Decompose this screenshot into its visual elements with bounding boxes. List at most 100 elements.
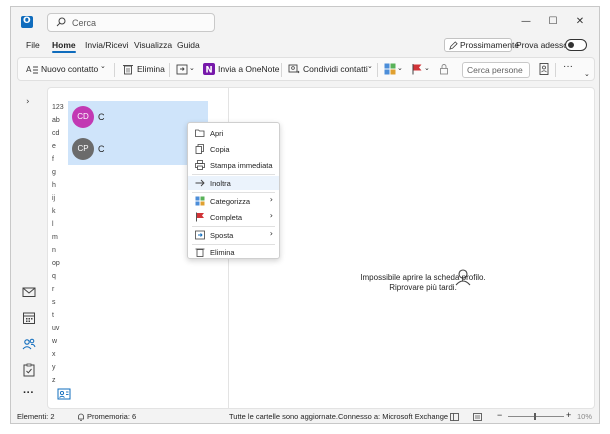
alphabet-letter[interactable]: op [52, 260, 66, 273]
alphabet-letter[interactable]: l [52, 221, 66, 234]
menu-item-label: Categorizza [210, 197, 251, 206]
ribbon-separator [114, 63, 115, 77]
alphabet-letter[interactable]: x [52, 351, 66, 364]
search-people-input[interactable]: Cerca persone [462, 62, 530, 78]
ribbon-separator [169, 63, 170, 77]
reading-view-icon[interactable] [473, 413, 482, 421]
menu-item-label: Stampa immediata [210, 161, 273, 170]
title-bar: Cerca — ☐ ✕ [11, 7, 599, 37]
coming-soon-label: Prossimamente [460, 40, 520, 50]
alphabet-letter[interactable]: r [52, 286, 66, 299]
share-contacts-dropdown-icon[interactable]: ⌄ [367, 62, 373, 76]
new-contact-icon: A [26, 65, 38, 74]
connection-status: Connesso a: Microsoft Exchange [338, 412, 449, 421]
share-contacts-label: Condividi contatti [303, 64, 368, 74]
sync-status: Tutte le cartelle sono aggiornate. [229, 412, 338, 421]
contact-item[interactable]: CD C [72, 106, 202, 130]
close-button[interactable]: ✕ [573, 15, 587, 29]
menu-separator [192, 192, 275, 193]
menu-item-label: Completa [210, 213, 243, 222]
maximize-button[interactable]: ☐ [546, 15, 560, 29]
minimize-button[interactable]: — [519, 15, 533, 29]
zoom-out-button[interactable]: − [497, 410, 502, 420]
alphabet-letter[interactable]: ij [52, 195, 66, 208]
ribbon-toolbar: A Nuovo contatto ⌄ Elimina ⌄ N Invia a O… [17, 57, 595, 81]
zoom-slider-handle[interactable] [534, 413, 536, 420]
alphabet-letter[interactable]: g [52, 169, 66, 182]
avatar: CD [72, 106, 94, 128]
menu-item-forward[interactable]: Inoltra [188, 176, 279, 190]
alphabet-letter[interactable]: m [52, 234, 66, 247]
address-book-icon [539, 63, 549, 75]
menu-item-copy[interactable]: Copia [188, 142, 279, 156]
try-now-toggle[interactable] [565, 39, 587, 51]
alphabet-letter[interactable]: w [52, 338, 66, 351]
alphabet-letter[interactable]: y [52, 364, 66, 377]
context-menu: Apri Copia Stampa immediata Inoltra Cate… [187, 122, 280, 259]
more-apps-icon[interactable]: ··· [23, 387, 37, 401]
forward-icon [195, 179, 205, 187]
people-icon[interactable] [22, 337, 36, 351]
alphabet-letter[interactable]: t [52, 312, 66, 325]
tab-send-receive[interactable]: Invia/Ricevi [85, 40, 128, 50]
alphabet-letter[interactable]: k [52, 208, 66, 221]
move-dropdown-icon: ⌄ [189, 64, 195, 72]
more-options-button[interactable]: ··· [563, 61, 573, 75]
bell-icon [78, 413, 84, 421]
submenu-arrow-icon: › [269, 195, 273, 204]
tab-view[interactable]: Visualizza [134, 40, 172, 50]
ribbon-expand-icon[interactable]: ⌄ [584, 70, 590, 84]
reminders-count[interactable]: Promemoria: 6 [87, 412, 136, 421]
delete-icon [195, 248, 205, 257]
menu-item-label: Apri [210, 129, 224, 138]
tab-home[interactable]: Home [52, 40, 76, 53]
outlook-window: Cerca — ☐ ✕ File Home Invia/Ricevi Visua… [10, 6, 600, 424]
menu-item-follow-up[interactable]: Completa › [188, 210, 279, 224]
new-contact-dropdown-icon[interactable]: ⌄ [100, 62, 106, 76]
normal-view-icon[interactable] [450, 413, 459, 421]
alphabet-letter[interactable]: ab [52, 117, 66, 130]
alphabet-letter[interactable]: n [52, 247, 66, 260]
categorize-icon [195, 196, 205, 206]
contact-card-icon[interactable] [57, 388, 71, 400]
zoom-in-button[interactable]: + [566, 410, 571, 420]
tab-file[interactable]: File [26, 40, 40, 50]
alphabet-letter[interactable]: f [52, 156, 66, 169]
alphabet-letter[interactable]: q [52, 273, 66, 286]
share-contacts-icon [288, 64, 300, 74]
try-now-label: Prova adesso [516, 40, 568, 50]
menu-item-label: Elimina [210, 248, 235, 257]
menu-item-move[interactable]: Sposta › [188, 228, 279, 242]
contact-item[interactable]: CP C [72, 138, 202, 162]
search-box[interactable]: Cerca [47, 13, 215, 32]
copy-icon [195, 144, 204, 154]
menu-item-label: Sposta [210, 231, 234, 240]
menu-separator [192, 174, 275, 175]
calendar-icon[interactable] [22, 311, 36, 325]
menu-item-quick-print[interactable]: Stampa immediata [188, 158, 279, 172]
zoom-slider[interactable] [508, 416, 564, 417]
profile-error-line2: Riprovare più tardi. [389, 283, 457, 292]
tab-help[interactable]: Guida [177, 40, 200, 50]
alphabet-letter[interactable]: uv [52, 325, 66, 338]
alphabet-letter[interactable]: s [52, 299, 66, 312]
trash-icon [123, 65, 133, 75]
alphabet-letter[interactable]: e [52, 143, 66, 156]
menu-item-open[interactable]: Apri [188, 126, 279, 140]
zoom-level: 10% [577, 412, 593, 421]
alphabet-index: 123 ab cd e f g h ij k l m n op q r s t uv w x y z [52, 104, 66, 390]
mail-icon[interactable] [22, 285, 36, 299]
menu-item-delete[interactable]: Elimina [188, 245, 279, 259]
submenu-arrow-icon: › [269, 229, 273, 238]
menu-item-categorize[interactable]: Categorizza › [188, 194, 279, 208]
alphabet-letter[interactable]: cd [52, 130, 66, 143]
ribbon-separator [377, 63, 378, 77]
tasks-icon[interactable] [22, 363, 36, 377]
delete-label: Elimina [137, 64, 165, 74]
ribbon-separator [555, 63, 556, 77]
expand-folder-pane-icon[interactable]: › [26, 97, 30, 107]
alphabet-letter[interactable]: h [52, 182, 66, 195]
move-icon [195, 230, 205, 240]
alphabet-letter[interactable]: 123 [52, 104, 66, 117]
coming-soon-button[interactable]: Prossimamente [444, 38, 519, 52]
